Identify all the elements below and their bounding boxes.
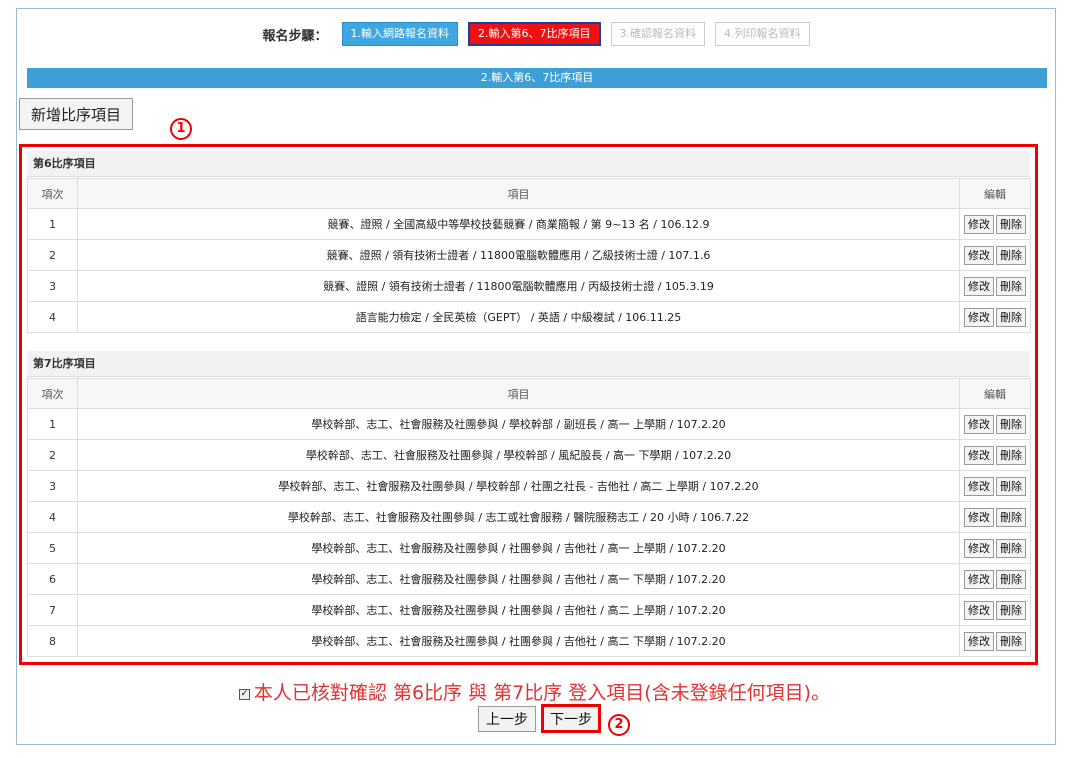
column-item: 項目	[77, 378, 960, 409]
add-ranking-item-button[interactable]: 新增比序項目	[19, 98, 133, 130]
modify-button[interactable]: 修改	[964, 276, 994, 296]
column-index: 項次	[27, 178, 78, 209]
row-index: 2	[27, 239, 78, 271]
row-actions: 修改 刪除	[959, 501, 1031, 533]
modify-button[interactable]: 修改	[964, 445, 994, 465]
delete-button[interactable]: 刪除	[996, 414, 1026, 434]
table-row: 6 學校幹部、志工、社會服務及社團參與 / 社團參與 / 吉他社 / 高一 下學期…	[27, 563, 1031, 595]
row-actions: 修改 刪除	[959, 239, 1031, 271]
modify-button[interactable]: 修改	[964, 569, 994, 589]
delete-button[interactable]: 刪除	[996, 245, 1026, 265]
row-index: 4	[27, 301, 78, 333]
column-edit: 編輯	[959, 178, 1031, 209]
delete-button[interactable]: 刪除	[996, 631, 1026, 651]
section-6-title: 第6比序項目	[27, 151, 1030, 177]
table-row: 8 學校幹部、志工、社會服務及社團參與 / 社團參與 / 吉他社 / 高二 下學期…	[27, 625, 1031, 657]
row-index: 8	[27, 625, 78, 657]
column-edit: 編輯	[959, 378, 1031, 409]
table-row: 7 學校幹部、志工、社會服務及社團參與 / 社團參與 / 吉他社 / 高二 上學期…	[27, 594, 1031, 626]
section-6-table: 項次 項目 編輯 1 競賽、證照 / 全國高級中等學校技藝競賽 / 商業簡報 / …	[27, 178, 1031, 333]
row-item: 學校幹部、志工、社會服務及社團參與 / 學校幹部 / 風紀股長 / 高一 下學期…	[77, 439, 960, 471]
row-actions: 修改 刪除	[959, 470, 1031, 502]
row-item: 學校幹部、志工、社會服務及社團參與 / 學校幹部 / 副班長 / 高一 上學期 …	[77, 408, 960, 440]
column-index: 項次	[27, 378, 78, 409]
table-row: 2 學校幹部、志工、社會服務及社團參與 / 學校幹部 / 風紀股長 / 高一 下學…	[27, 439, 1031, 471]
annotation-marker-2: 2	[608, 714, 630, 736]
row-item: 學校幹部、志工、社會服務及社團參與 / 社團參與 / 吉他社 / 高二 下學期 …	[77, 625, 960, 657]
delete-button[interactable]: 刪除	[996, 476, 1026, 496]
table-header-row: 項次 項目 編輯	[27, 178, 1031, 209]
step-indicator: 報名步驟： 1.輸入網路報名資料 2.輸入第6、7比序項目 3.確認報名資料 4…	[17, 21, 1055, 47]
row-actions: 修改 刪除	[959, 563, 1031, 595]
row-index: 3	[27, 270, 78, 302]
row-actions: 修改 刪除	[959, 270, 1031, 302]
delete-button[interactable]: 刪除	[996, 445, 1026, 465]
row-index: 7	[27, 594, 78, 626]
row-item: 學校幹部、志工、社會服務及社團參與 / 學校幹部 / 社團之社長 - 吉他社 /…	[77, 470, 960, 502]
modify-button[interactable]: 修改	[964, 507, 994, 527]
section-7-title: 第7比序項目	[27, 351, 1030, 377]
row-item: 競賽、證照 / 領有技術士證者 / 11800電腦軟體應用 / 乙級技術士證 /…	[77, 239, 960, 271]
delete-button[interactable]: 刪除	[996, 538, 1026, 558]
table-row: 3 學校幹部、志工、社會服務及社團參與 / 學校幹部 / 社團之社長 - 吉他社 …	[27, 470, 1031, 502]
row-actions: 修改 刪除	[959, 625, 1031, 657]
delete-button[interactable]: 刪除	[996, 307, 1026, 327]
page-title: 2.輸入第6、7比序項目	[27, 68, 1047, 88]
row-item: 競賽、證照 / 領有技術士證者 / 11800電腦軟體應用 / 丙級技術士證 /…	[77, 270, 960, 302]
steps-label: 報名步驟：	[262, 28, 328, 44]
row-actions: 修改 刪除	[959, 439, 1031, 471]
row-index: 1	[27, 208, 78, 240]
row-item: 學校幹部、志工、社會服務及社團參與 / 社團參與 / 吉他社 / 高一 上學期 …	[77, 532, 960, 564]
row-item: 學校幹部、志工、社會服務及社團參與 / 社團參與 / 吉他社 / 高一 下學期 …	[77, 563, 960, 595]
table-row: 5 學校幹部、志工、社會服務及社團參與 / 社團參與 / 吉他社 / 高一 上學期…	[27, 532, 1031, 564]
step-3: 3.確認報名資料	[610, 22, 705, 46]
table-row: 1 學校幹部、志工、社會服務及社團參與 / 學校幹部 / 副班長 / 高一 上學期…	[27, 408, 1031, 440]
modify-button[interactable]: 修改	[964, 245, 994, 265]
delete-button[interactable]: 刪除	[996, 600, 1026, 620]
confirm-checkbox[interactable]: ✓	[238, 689, 250, 700]
modify-button[interactable]: 修改	[964, 476, 994, 496]
row-index: 5	[27, 532, 78, 564]
delete-button[interactable]: 刪除	[996, 214, 1026, 234]
row-index: 4	[27, 501, 78, 533]
confirm-text: 本人已核對確認 第6比序 與 第7比序 登入項目(含未登錄任何項目)。	[253, 682, 831, 704]
table-row: 3 競賽、證照 / 領有技術士證者 / 11800電腦軟體應用 / 丙級技術士證 …	[27, 270, 1031, 302]
row-item: 學校幹部、志工、社會服務及社團參與 / 社團參與 / 吉他社 / 高二 上學期 …	[77, 594, 960, 626]
row-index: 3	[27, 470, 78, 502]
delete-button[interactable]: 刪除	[996, 276, 1026, 296]
modify-button[interactable]: 修改	[964, 214, 994, 234]
table-header-row: 項次 項目 編輯	[27, 378, 1031, 409]
delete-button[interactable]: 刪除	[996, 507, 1026, 527]
step-1[interactable]: 1.輸入網路報名資料	[341, 22, 458, 46]
delete-button[interactable]: 刪除	[996, 569, 1026, 589]
step-2-current[interactable]: 2.輸入第6、7比序項目	[468, 22, 601, 46]
row-item: 語言能力檢定 / 全民英檢（GEPT） / 英語 / 中級複試 / 106.11…	[77, 301, 960, 333]
modify-button[interactable]: 修改	[964, 414, 994, 434]
modify-button[interactable]: 修改	[964, 600, 994, 620]
row-actions: 修改 刪除	[959, 208, 1031, 240]
row-actions: 修改 刪除	[959, 301, 1031, 333]
table-row: 2 競賽、證照 / 領有技術士證者 / 11800電腦軟體應用 / 乙級技術士證 …	[27, 239, 1031, 271]
row-actions: 修改 刪除	[959, 532, 1031, 564]
row-index: 2	[27, 439, 78, 471]
prev-step-button[interactable]: 上一步	[478, 706, 536, 732]
row-item: 學校幹部、志工、社會服務及社團參與 / 志工或社會服務 / 醫院服務志工 / 2…	[77, 501, 960, 533]
annotation-marker-1: 1	[170, 118, 192, 140]
row-item: 競賽、證照 / 全國高級中等學校技藝競賽 / 商業簡報 / 第 9~13 名 /…	[77, 208, 960, 240]
modify-button[interactable]: 修改	[964, 631, 994, 651]
row-actions: 修改 刪除	[959, 408, 1031, 440]
row-index: 1	[27, 408, 78, 440]
row-index: 6	[27, 563, 78, 595]
modify-button[interactable]: 修改	[964, 307, 994, 327]
row-actions: 修改 刪除	[959, 594, 1031, 626]
next-step-button[interactable]: 下一步	[541, 704, 601, 733]
table-row: 1 競賽、證照 / 全國高級中等學校技藝競賽 / 商業簡報 / 第 9~13 名 …	[27, 208, 1031, 240]
section-7-table: 項次 項目 編輯 1 學校幹部、志工、社會服務及社團參與 / 學校幹部 / 副班長…	[27, 378, 1031, 657]
modify-button[interactable]: 修改	[964, 538, 994, 558]
table-row: 4 學校幹部、志工、社會服務及社團參與 / 志工或社會服務 / 醫院服務志工 / …	[27, 501, 1031, 533]
column-item: 項目	[77, 178, 960, 209]
table-row: 4 語言能力檢定 / 全民英檢（GEPT） / 英語 / 中級複試 / 106.1…	[27, 301, 1031, 333]
step-4: 4.列印報名資料	[715, 22, 810, 46]
confirm-statement: ✓ 本人已核對確認 第6比序 與 第7比序 登入項目(含未登錄任何項目)。	[0, 678, 1069, 705]
